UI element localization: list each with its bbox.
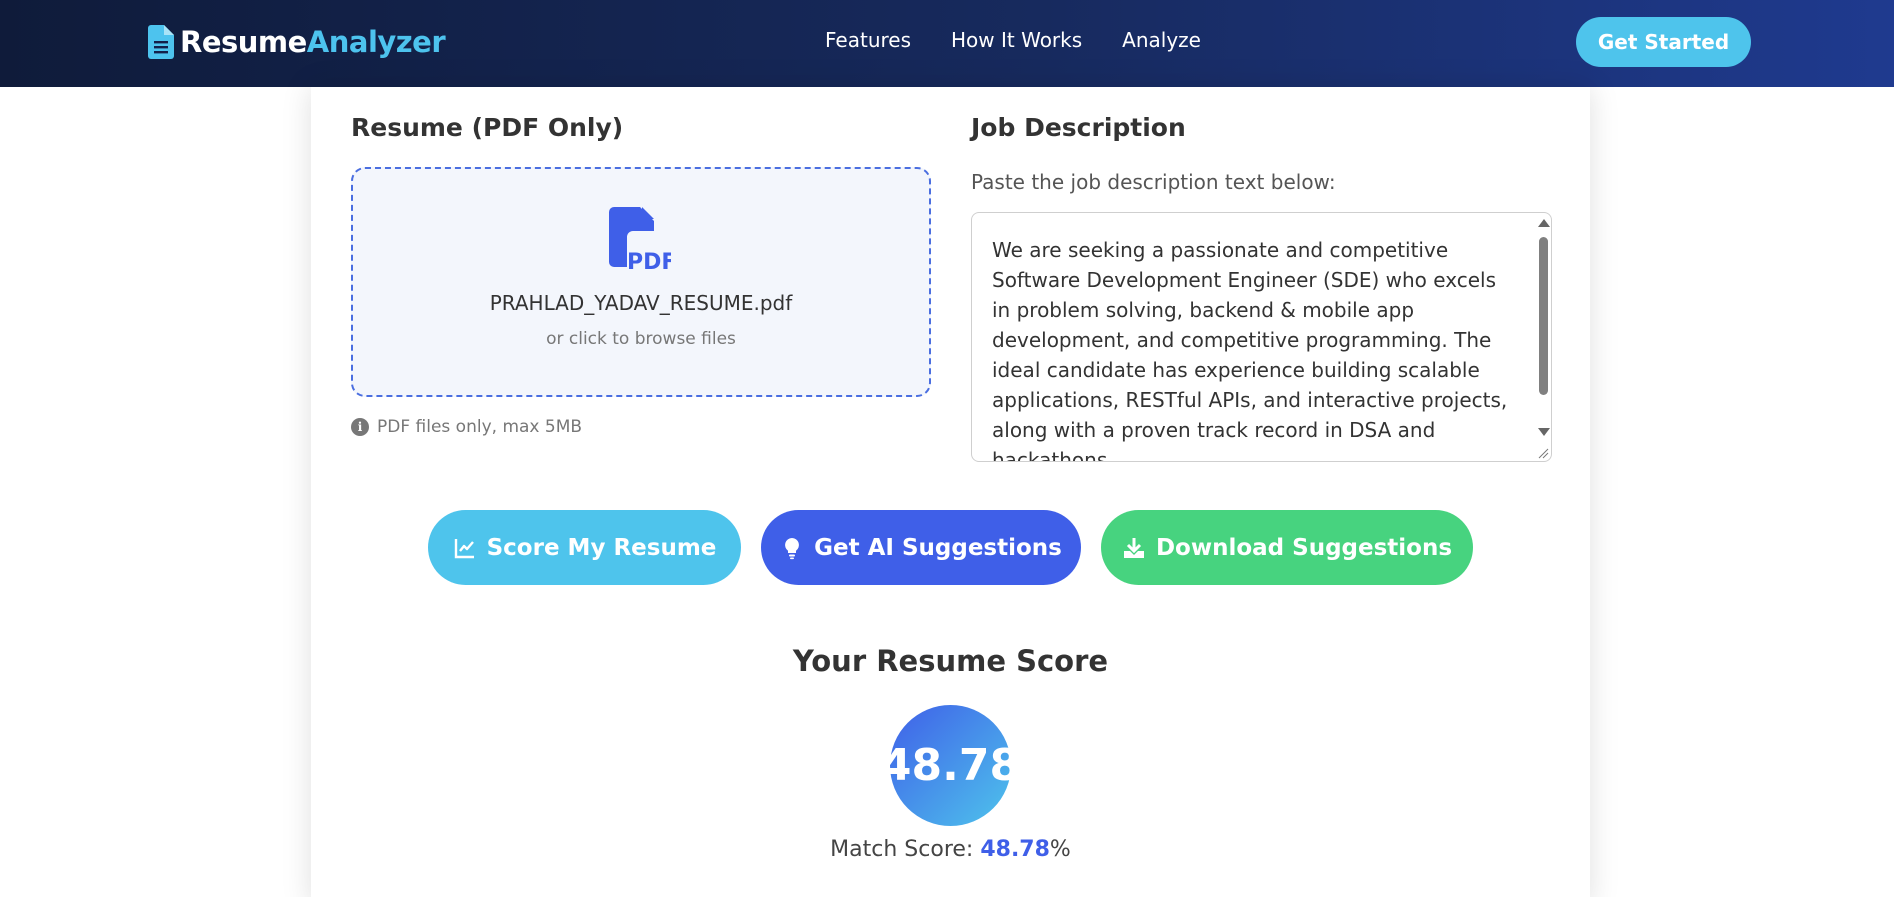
brand-name-part1: Resume: [180, 25, 307, 59]
pdf-file-icon: PDF: [609, 207, 671, 271]
match-score: Match Score: 48.78%: [311, 837, 1590, 862]
job-description-label: Paste the job description text below:: [971, 170, 1336, 194]
analyzer-card: Resume (PDF Only) PDF PRAHLAD_YADAV_RESU…: [311, 87, 1590, 897]
scroll-up-icon[interactable]: [1538, 219, 1550, 227]
svg-text:PDF: PDF: [627, 250, 671, 271]
job-description-text: We are seeking a passionate and competit…: [992, 238, 1508, 462]
download-icon: [1123, 537, 1144, 558]
textarea-scrollbar[interactable]: [1534, 213, 1551, 461]
top-navbar: Resume Analyzer Features How It Works Ana…: [0, 0, 1894, 87]
resume-section-title: Resume (PDF Only): [351, 113, 624, 142]
download-suggestions-label: Download Suggestions: [1155, 534, 1453, 561]
brand-name-part2: Analyzer: [306, 25, 446, 59]
nav-link-analyze[interactable]: Analyze: [1122, 28, 1201, 52]
get-started-button[interactable]: Get Started: [1576, 17, 1751, 67]
browse-files-text: or click to browse files: [546, 329, 736, 349]
uploaded-file-name: PRAHLAD_YADAV_RESUME.pdf: [489, 291, 793, 315]
lightbulb-icon: [785, 537, 800, 559]
nav-link-how-it-works[interactable]: How It Works: [951, 28, 1082, 52]
job-description-textarea[interactable]: We are seeking a passionate and competit…: [971, 212, 1552, 462]
job-section-title: Job Description: [971, 113, 1186, 142]
nav-links: Features How It Works Analyze: [825, 28, 1201, 52]
score-value: 48.78: [880, 740, 1021, 791]
chart-line-icon: [454, 538, 474, 558]
nav-link-features[interactable]: Features: [825, 28, 911, 52]
get-ai-suggestions-label: Get AI Suggestions: [814, 534, 1062, 561]
file-hint-text: PDF files only, max 5MB: [377, 417, 583, 437]
info-icon: i: [351, 418, 369, 436]
scrollbar-thumb[interactable]: [1539, 237, 1548, 395]
resume-dropzone[interactable]: PDF PRAHLAD_YADAV_RESUME.pdf or click to…: [351, 167, 931, 397]
resize-grip-icon[interactable]: [1537, 447, 1549, 459]
match-score-value: 48.78: [980, 837, 1050, 862]
file-hint: i PDF files only, max 5MB: [351, 417, 582, 437]
match-score-suffix: %: [1049, 837, 1071, 862]
score-resume-label: Score My Resume: [486, 534, 717, 561]
score-circle: 48.78: [881, 705, 1020, 826]
resume-score-title: Your Resume Score: [792, 644, 1109, 678]
score-resume-button[interactable]: Score My Resume: [428, 510, 741, 585]
match-score-prefix: Match Score:: [830, 837, 981, 862]
download-suggestions-button[interactable]: Download Suggestions: [1101, 510, 1473, 585]
get-ai-suggestions-button[interactable]: Get AI Suggestions: [761, 510, 1081, 585]
brand-logo[interactable]: Resume Analyzer: [148, 22, 446, 62]
file-icon: [148, 25, 174, 59]
scroll-down-icon[interactable]: [1538, 428, 1550, 436]
